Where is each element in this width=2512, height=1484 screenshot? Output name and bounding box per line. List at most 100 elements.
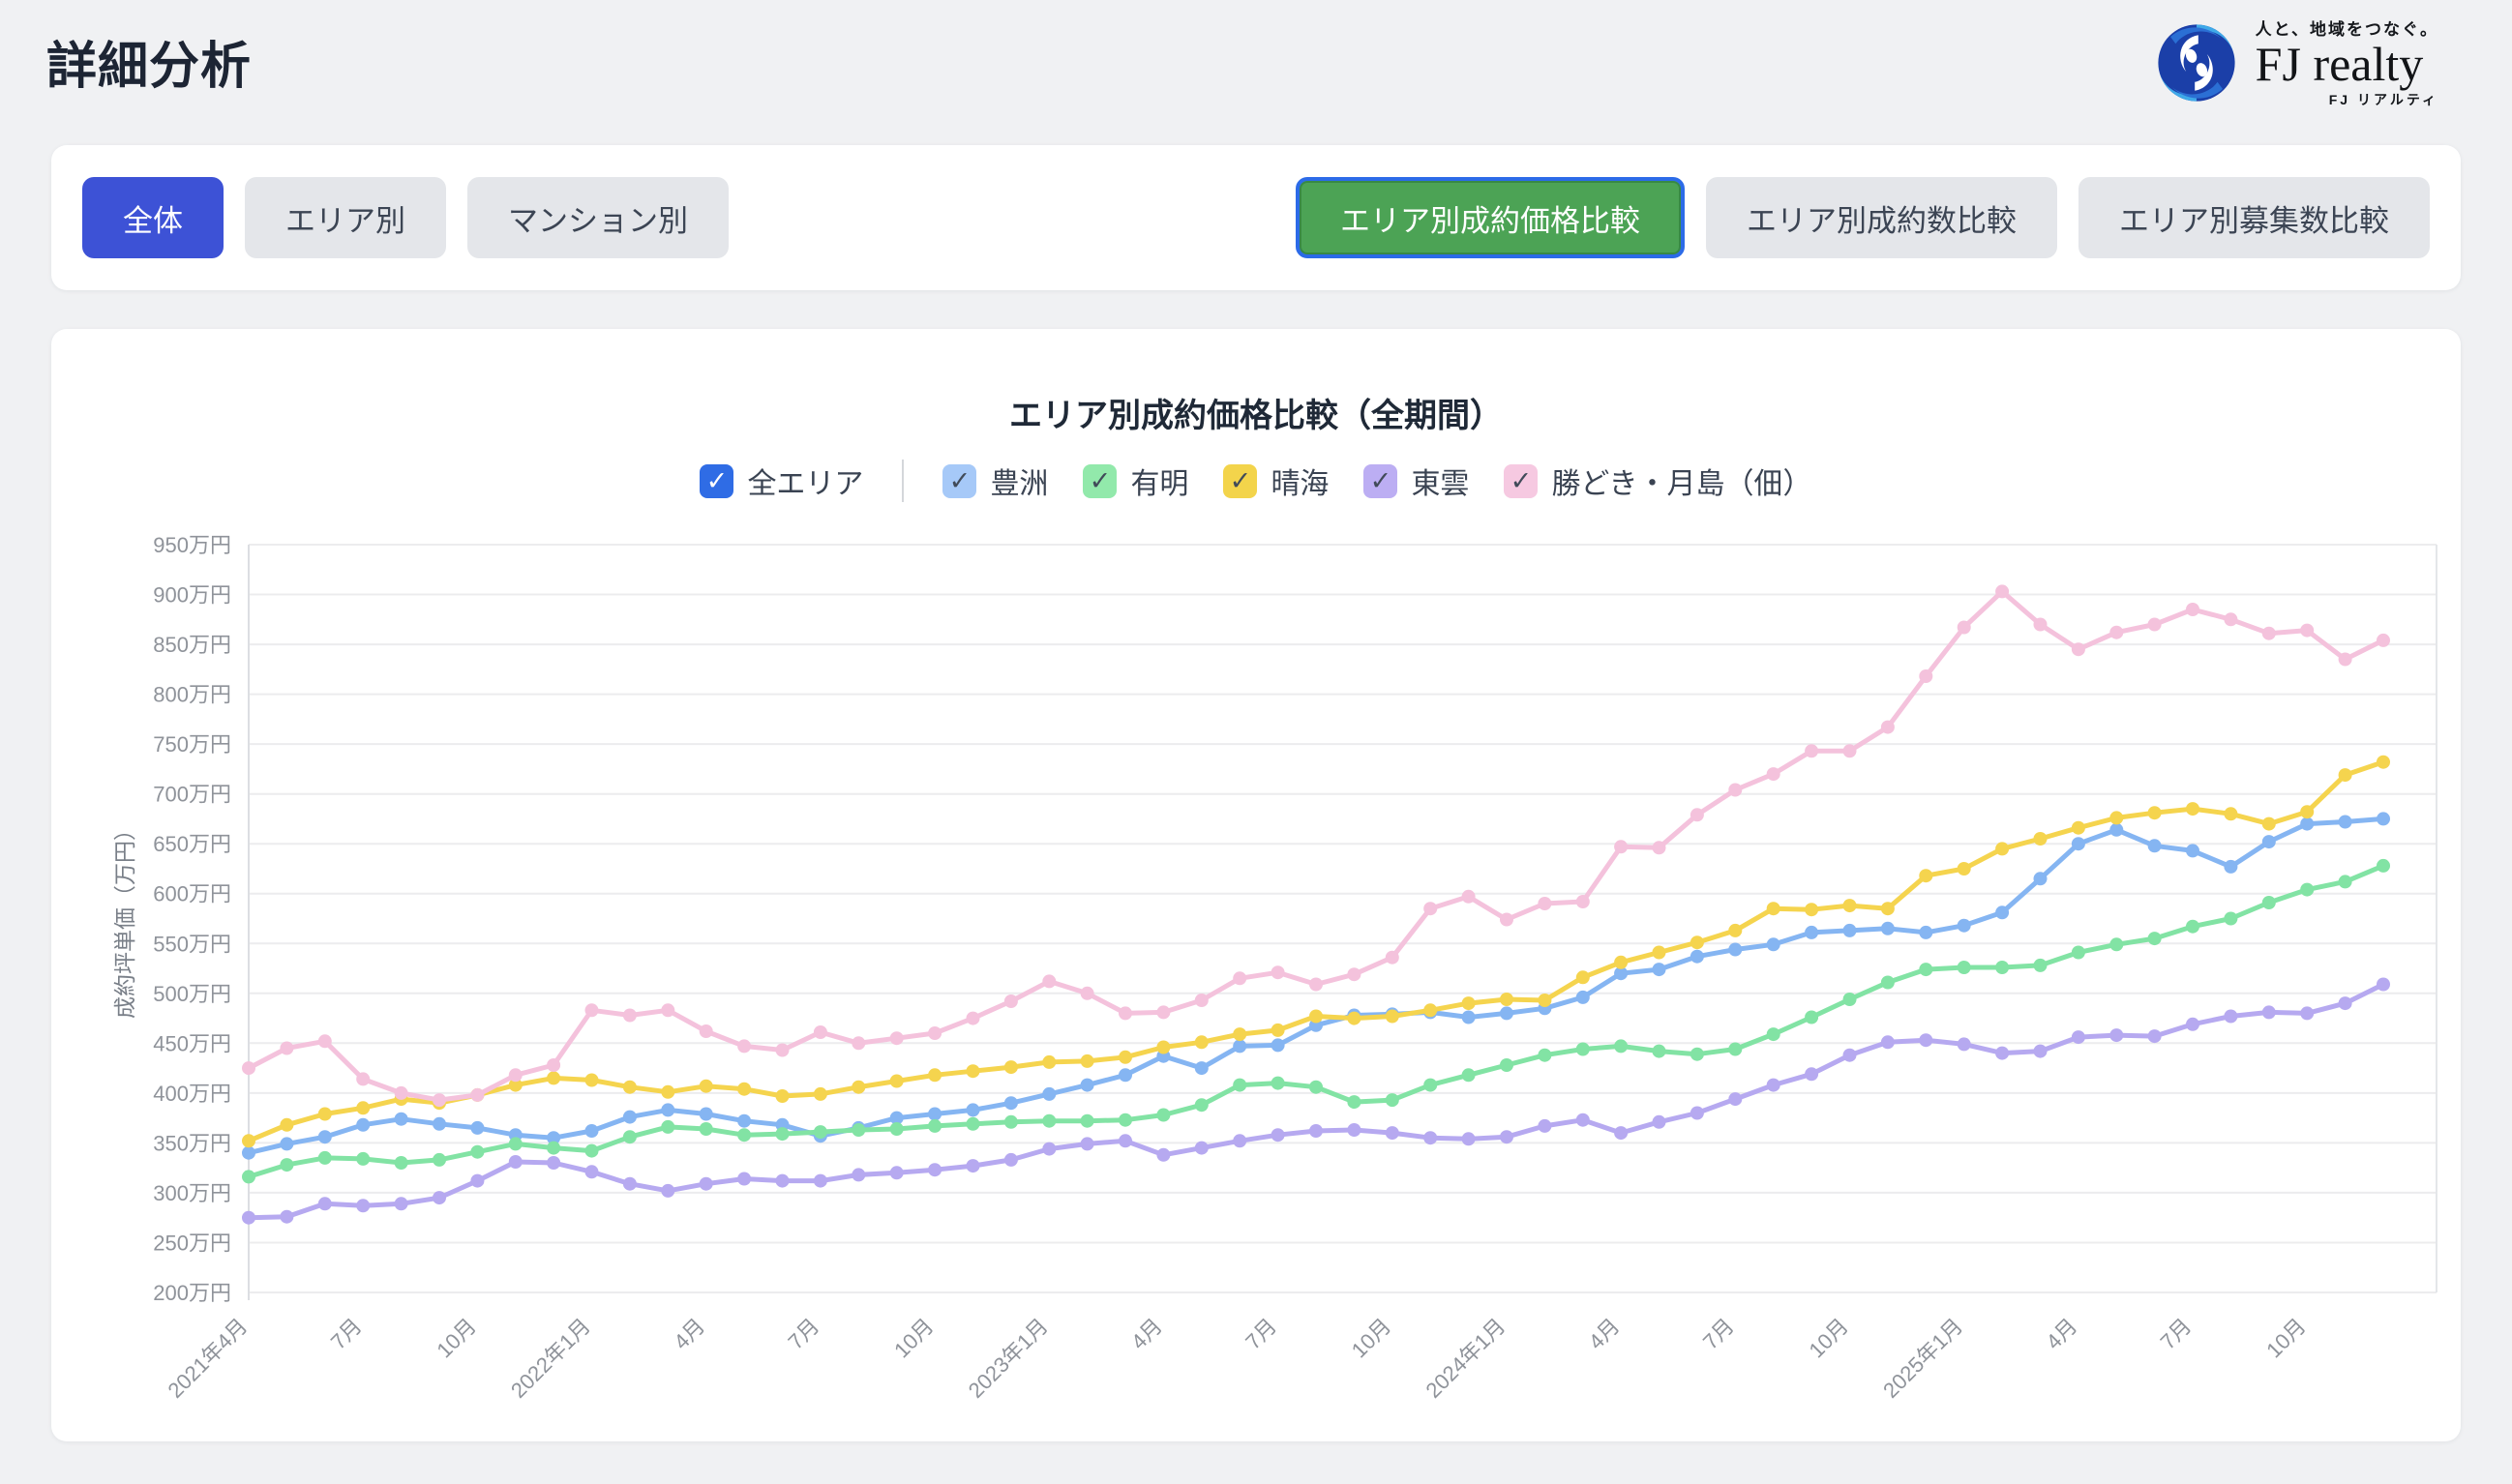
tab-area-price-comparison[interactable]: エリア別成約価格比較 [1296,177,1685,258]
series-point-toyosu [2109,823,2123,837]
series-point-ariake [852,1123,865,1137]
series-point-harumi [661,1085,674,1099]
series-point-harumi [623,1081,637,1094]
svg-text:400万円: 400万円 [153,1082,231,1106]
legend-item-all-areas[interactable]: ✓全エリア [700,460,863,502]
svg-text:10月: 10月 [1347,1314,1396,1363]
svg-text:250万円: 250万円 [153,1232,231,1256]
tab-area-listing-count-comparison[interactable]: エリア別募集数比較 [2078,177,2430,258]
series-point-toyosu [2224,860,2237,874]
series-point-ariake [1767,1027,1780,1041]
legend-item-shinonome[interactable]: ✓東雲 [1363,460,1469,502]
legend-item-kachidoki-tsukishima[interactable]: ✓勝どき・月島（佃） [1504,460,1811,502]
series-point-kachidoki-tsukishima [1805,744,1818,757]
series-point-kachidoki-tsukishima [2339,653,2352,667]
svg-text:800万円: 800万円 [153,683,231,707]
series-point-kachidoki-tsukishima [1042,974,1056,988]
series-point-harumi [2148,806,2162,819]
series-point-kachidoki-tsukishima [2148,618,2162,632]
series-point-ariake [1958,961,1971,974]
checkbox-kachidoki-tsukishima[interactable]: ✓ [1504,464,1538,498]
series-point-ariake [661,1120,674,1134]
series-point-ariake [1576,1043,1590,1056]
series-point-kachidoki-tsukishima [1500,913,1513,927]
checkbox-harumi[interactable]: ✓ [1223,464,1257,498]
series-point-harumi [1767,902,1780,915]
series-point-toyosu [2034,872,2048,885]
series-point-kachidoki-tsukishima [890,1031,904,1045]
series-point-toyosu [1004,1096,1018,1110]
series-point-kachidoki-tsukishima [1576,895,1590,908]
tab-bar: 全体エリア別マンション別 エリア別成約価格比較エリア別成約数比較エリア別募集数比… [51,145,2461,290]
svg-text:350万円: 350万円 [153,1131,231,1155]
series-point-shinonome [661,1184,674,1198]
series-point-harumi [1195,1035,1209,1049]
series-point-harumi [1462,996,1476,1010]
series-point-ariake [1347,1095,1361,1109]
svg-text:450万円: 450万円 [153,1031,231,1055]
checkbox-toyosu[interactable]: ✓ [942,464,976,498]
series-point-shinonome [1690,1107,1704,1120]
legend-item-ariake[interactable]: ✓ 有明 [1083,460,1188,502]
checkbox-ariake[interactable]: ✓ [1083,464,1117,498]
tab-by-mansion[interactable]: マンション別 [467,177,729,258]
series-point-kachidoki-tsukishima [2109,626,2123,639]
tab-by-area[interactable]: エリア別 [245,177,446,258]
series-point-ariake [280,1158,293,1172]
svg-text:成約坪単価（万円）: 成約坪単価（万円） [112,818,137,1019]
svg-text:7月: 7月 [2156,1314,2197,1354]
svg-text:200万円: 200万円 [153,1281,231,1305]
series-point-harumi [1500,993,1513,1006]
series-point-ariake [1081,1114,1094,1128]
series-point-shinonome [356,1199,370,1212]
series-point-harumi [967,1064,980,1078]
series-point-ariake [1614,1039,1628,1053]
series-point-harumi [242,1134,255,1147]
series-point-shinonome [1919,1033,1932,1047]
legend-label-toyosu: 豊洲 [990,460,1048,502]
series-point-shinonome [1805,1067,1818,1081]
svg-text:4月: 4月 [1584,1314,1625,1354]
logo-sub: FJ リアルティ [2329,90,2438,109]
checkbox-shinonome[interactable]: ✓ [1363,464,1397,498]
series-point-shinonome [1233,1134,1246,1147]
series-point-ariake [623,1130,637,1143]
legend-item-harumi[interactable]: ✓晴海 [1223,460,1329,502]
series-point-shinonome [470,1174,484,1188]
svg-text:500万円: 500万円 [153,982,231,1006]
tab-area-deal-count-comparison[interactable]: エリア別成約数比較 [1706,177,2057,258]
series-point-shinonome [242,1211,255,1225]
legend-item-toyosu[interactable]: ✓ 豊洲 [942,460,1048,502]
series-point-shinonome [1576,1113,1590,1127]
series-point-harumi [356,1101,370,1114]
series-point-toyosu [1958,919,1971,933]
checkbox-all-areas[interactable]: ✓ [700,464,733,498]
series-point-shinonome [967,1159,980,1172]
svg-text:750万円: 750万円 [153,732,231,757]
series-point-kachidoki-tsukishima [1728,784,1742,797]
svg-text:600万円: 600万円 [153,882,231,906]
svg-text:2022年1月: 2022年1月 [506,1314,595,1403]
series-point-kachidoki-tsukishima [318,1034,332,1048]
series-point-ariake [928,1119,942,1133]
series-point-kachidoki-tsukishima [1423,902,1437,915]
series-point-harumi [1995,842,2009,855]
series-point-toyosu [1195,1061,1209,1075]
series-point-kachidoki-tsukishima [661,1003,674,1017]
tab-overall[interactable]: 全体 [82,177,224,258]
svg-text:10月: 10月 [889,1314,939,1363]
series-point-toyosu [967,1103,980,1116]
series-point-kachidoki-tsukishima [1614,840,1628,853]
legend-label-ariake: 有明 [1130,460,1188,502]
series-point-ariake [814,1125,827,1139]
series-point-harumi [2262,817,2276,831]
series-point-kachidoki-tsukishima [280,1042,293,1055]
page-title: 詳細分析 [46,25,2464,98]
series-point-kachidoki-tsukishima [470,1088,484,1102]
series-point-toyosu [2262,835,2276,848]
series-point-shinonome [1614,1126,1628,1140]
series-point-kachidoki-tsukishima [356,1072,370,1085]
series-point-harumi [318,1108,332,1121]
series-point-shinonome [1843,1049,1857,1062]
svg-text:950万円: 950万円 [153,533,231,557]
